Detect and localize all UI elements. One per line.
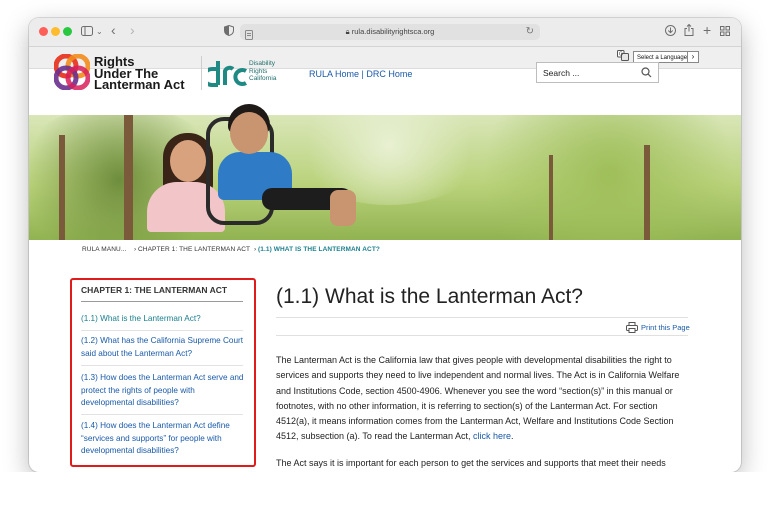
logo-divider [201, 56, 202, 90]
header-nav: RULA Home | DRC Home [309, 68, 412, 80]
lock-icon: 🔒︎ [345, 27, 350, 36]
sidebar-title-rule [81, 301, 243, 302]
forward-icon[interactable]: › [130, 21, 135, 39]
back-icon[interactable]: ‹ [111, 21, 116, 39]
chevron-right-icon: › [687, 52, 698, 62]
browser-titlebar: ⌄ ‹ › 🔒︎ rula.disabilityrightsca.org ↻ + [29, 18, 741, 47]
tab-overview-icon[interactable] [720, 23, 730, 41]
share-icon[interactable] [684, 23, 694, 41]
sidebar-divider [81, 414, 243, 415]
drc-logo-icon[interactable] [208, 58, 248, 88]
print-page-label: Print this Page [641, 323, 690, 332]
body-paragraph-2: The Act says it is important for each pe… [276, 458, 666, 468]
body-paragraph-1: The Lanterman Act is the California law … [276, 355, 680, 442]
nav-separator: | [361, 69, 364, 79]
download-icon[interactable] [665, 23, 676, 41]
rula-home-link[interactable]: RULA Home [309, 69, 359, 79]
rula-logo-icon[interactable] [54, 54, 90, 90]
sidebar-divider [81, 365, 243, 366]
search-placeholder: Search ... [543, 68, 580, 78]
rula-logo-text[interactable]: Rights Under The Lanterman Act [94, 55, 185, 90]
sidebar-item-1-1[interactable]: (1.1) What is the Lanterman Act? [81, 313, 251, 326]
address-bar[interactable]: 🔒︎ rula.disabilityrightsca.org ↻ [240, 24, 540, 40]
minimize-window-button[interactable] [51, 27, 60, 36]
print-rule [276, 335, 688, 336]
print-page-link[interactable]: Print this Page [626, 322, 690, 333]
zoom-window-button[interactable] [63, 27, 72, 36]
sidebar-toggle-icon[interactable] [81, 23, 93, 41]
window-bottom-mask [0, 472, 769, 510]
page-title: (1.1) What is the Lanterman Act? [276, 285, 583, 308]
printer-icon [626, 322, 638, 333]
privacy-shield-icon[interactable] [224, 23, 234, 41]
close-window-button[interactable] [39, 27, 48, 36]
breadcrumb-item-chapter[interactable]: CHAPTER 1: THE LANTERMAN ACT [138, 245, 250, 255]
svg-text:G: G [619, 52, 623, 58]
sidebar-item-1-3[interactable]: (1.3) How does the Lanterman Act serve a… [81, 372, 245, 410]
url-text: rula.disabilityrightsca.org [351, 27, 435, 36]
drc-home-link[interactable]: DRC Home [366, 69, 412, 79]
title-rule [276, 317, 688, 318]
breadcrumb-item-manual[interactable]: RULA MANU... [82, 245, 127, 255]
reload-icon[interactable]: ↻ [526, 25, 534, 39]
sidebar-title: CHAPTER 1: THE LANTERMAN ACT [81, 285, 228, 295]
breadcrumb-item-current: (1.1) WHAT IS THE LANTERMAN ACT? [258, 246, 380, 253]
search-icon[interactable] [641, 67, 652, 78]
language-select-label: Select a Language [637, 55, 688, 61]
drc-logo-text[interactable]: Disability Rights California [249, 60, 276, 83]
hero-banner-image [29, 115, 741, 243]
sidebar-divider [81, 330, 243, 331]
lanterman-act-link[interactable]: click here [473, 431, 511, 441]
breadcrumb-separator: › [254, 246, 257, 253]
sidebar-item-1-2[interactable]: (1.2) What has the California Supreme Co… [81, 335, 249, 360]
breadcrumb-separator: › [134, 246, 137, 253]
chevron-down-icon[interactable]: ⌄ [96, 23, 103, 41]
search-input[interactable]: Search ... [536, 62, 659, 83]
new-tab-icon[interactable]: + [703, 21, 711, 39]
sidebar-item-1-4[interactable]: (1.4) How does the Lanterman Act define … [81, 420, 245, 458]
